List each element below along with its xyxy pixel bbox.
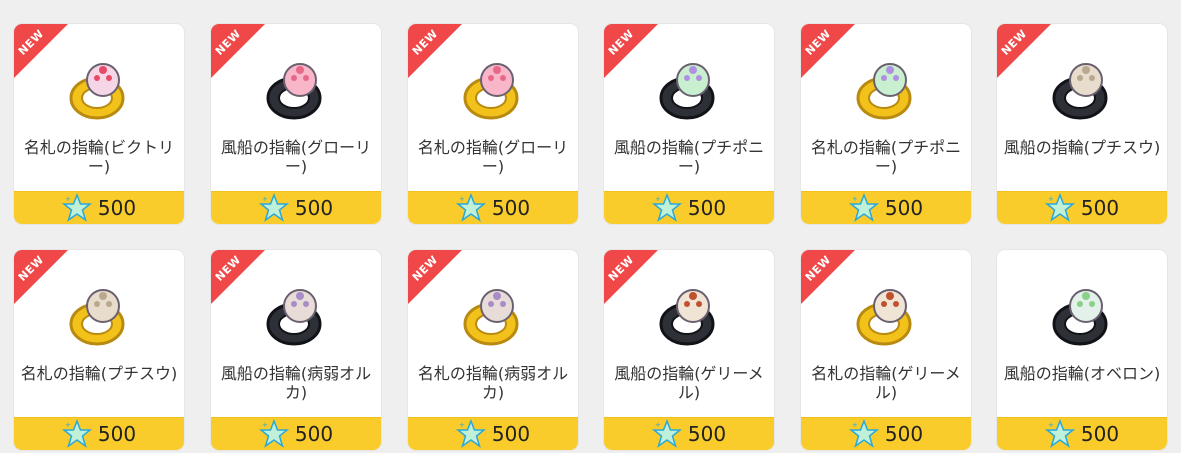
item-price: 500 <box>884 196 924 220</box>
item-card[interactable]: NEW 風船の指輪(ゲリーメル) + 500 <box>604 250 774 450</box>
item-name: 名札の指輪(グローリー) <box>417 138 569 176</box>
price-bar[interactable]: + 500 <box>211 191 381 224</box>
svg-text:+: + <box>65 195 71 203</box>
ring-item-icon <box>856 289 912 346</box>
price-bar[interactable]: + 500 <box>604 417 774 450</box>
star-point-icon: + <box>61 419 92 448</box>
item-card[interactable]: NEW 名札の指輪(ビクトリー) + 500 <box>14 24 184 224</box>
item-price: 500 <box>687 196 727 220</box>
price-bar[interactable]: + 500 <box>604 191 774 224</box>
star-point-icon: + <box>61 193 92 222</box>
ring-item-icon <box>463 63 519 120</box>
ring-item-icon <box>266 289 322 346</box>
price-bar[interactable]: + 500 <box>14 417 184 450</box>
item-card[interactable]: 風船の指輪(オベロン) + 500 <box>997 250 1167 450</box>
star-point-icon: + <box>455 193 486 222</box>
price-bar[interactable]: + 500 <box>801 417 971 450</box>
star-point-icon: + <box>258 419 289 448</box>
item-price: 500 <box>687 422 727 446</box>
svg-text:+: + <box>852 421 858 429</box>
svg-text:+: + <box>459 195 465 203</box>
svg-text:+: + <box>1048 421 1054 429</box>
svg-text:+: + <box>65 421 71 429</box>
star-point-icon: + <box>1044 419 1075 448</box>
star-point-icon: + <box>848 419 879 448</box>
svg-text:+: + <box>1048 195 1054 203</box>
svg-text:+: + <box>262 421 268 429</box>
item-name: 名札の指輪(ゲリーメル) <box>811 364 961 402</box>
price-bar[interactable]: + 500 <box>408 417 578 450</box>
price-bar[interactable]: + 500 <box>14 191 184 224</box>
item-price: 500 <box>491 196 531 220</box>
price-bar[interactable]: + 500 <box>211 417 381 450</box>
item-card[interactable]: NEW 風船の指輪(病弱オルカ) + 500 <box>211 250 381 450</box>
svg-text:+: + <box>852 195 858 203</box>
item-price: 500 <box>294 196 334 220</box>
item-name: 風船の指輪(オベロン) <box>1003 364 1161 383</box>
svg-text:+: + <box>262 195 268 203</box>
ring-item-icon <box>856 63 912 120</box>
svg-text:+: + <box>655 421 661 429</box>
price-bar[interactable]: + 500 <box>997 417 1167 450</box>
item-card[interactable]: NEW 名札の指輪(プチポニー) + 500 <box>801 24 971 224</box>
star-point-icon: + <box>651 419 682 448</box>
item-price: 500 <box>294 422 334 446</box>
item-card[interactable]: NEW 名札の指輪(病弱オルカ) + 500 <box>408 250 578 450</box>
ring-item-icon <box>69 63 125 120</box>
star-point-icon: + <box>1044 193 1075 222</box>
item-name: 風船の指輪(病弱オルカ) <box>220 364 372 402</box>
item-card[interactable]: NEW 風船の指輪(プチスウ) + 500 <box>997 24 1167 224</box>
svg-text:+: + <box>459 421 465 429</box>
item-price: 500 <box>884 422 924 446</box>
item-name: 名札の指輪(病弱オルカ) <box>417 364 569 402</box>
item-name: 名札の指輪(プチスウ) <box>20 364 178 383</box>
star-point-icon: + <box>455 419 486 448</box>
item-card[interactable]: NEW 名札の指輪(プチスウ) + 500 <box>14 250 184 450</box>
star-point-icon: + <box>258 193 289 222</box>
ring-item-icon <box>1052 63 1108 120</box>
item-name: 風船の指輪(プチポニー) <box>613 138 765 176</box>
item-price: 500 <box>1080 422 1120 446</box>
ring-item-icon <box>69 289 125 346</box>
ring-item-icon <box>266 63 322 120</box>
item-card[interactable]: NEW 名札の指輪(ゲリーメル) + 500 <box>801 250 971 450</box>
star-point-icon: + <box>651 193 682 222</box>
item-price: 500 <box>491 422 531 446</box>
item-price: 500 <box>1080 196 1120 220</box>
item-name: 風船の指輪(プチスウ) <box>1003 138 1161 157</box>
ring-item-icon <box>463 289 519 346</box>
ring-item-icon <box>659 289 715 346</box>
item-price: 500 <box>97 422 137 446</box>
item-card[interactable]: NEW 風船の指輪(プチポニー) + 500 <box>604 24 774 224</box>
item-card[interactable]: NEW 風船の指輪(グローリー) + 500 <box>211 24 381 224</box>
item-price: 500 <box>97 196 137 220</box>
price-bar[interactable]: + 500 <box>997 191 1167 224</box>
item-name: 風船の指輪(グローリー) <box>220 138 372 176</box>
star-point-icon: + <box>848 193 879 222</box>
item-name: 名札の指輪(ビクトリー) <box>23 138 175 176</box>
ring-item-icon <box>659 63 715 120</box>
svg-text:+: + <box>655 195 661 203</box>
price-bar[interactable]: + 500 <box>801 191 971 224</box>
ring-item-icon <box>1052 289 1108 346</box>
item-grid: NEW 名札の指輪(ビクトリー) + 500 NEW 風船の指輪(グローリー) … <box>0 0 1181 453</box>
item-name: 名札の指輪(プチポニー) <box>810 138 962 176</box>
item-card[interactable]: NEW 名札の指輪(グローリー) + 500 <box>408 24 578 224</box>
item-name: 風船の指輪(ゲリーメル) <box>614 364 764 402</box>
price-bar[interactable]: + 500 <box>408 191 578 224</box>
